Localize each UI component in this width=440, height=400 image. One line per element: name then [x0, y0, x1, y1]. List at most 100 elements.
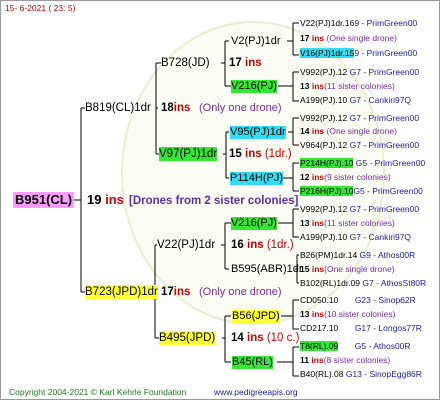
gen4-row-7: V992(PJ).12 G7 - PrimGreen00: [300, 113, 419, 124]
gen2-note-3: (1dr.): [266, 239, 294, 251]
gen4-right: G5 - PrimGreen00: [355, 158, 426, 168]
gen2-ins-label-3: ins: [247, 239, 264, 251]
gen4-row-24: B40(RL).08 G13 - SinopEgg86R: [300, 369, 422, 380]
gen2-id-1[interactable]: B728(JD): [161, 56, 210, 70]
gen4-row-2: 17 ins (One single drone): [300, 33, 397, 44]
gen4-left[interactable]: V992(PJ).12: [300, 67, 347, 77]
gen4-row-11: 12 ins(9 sister colonies): [300, 172, 391, 183]
gen3-id-6[interactable]: B595(ABR)1dr: [231, 263, 303, 276]
root-note: [Drones from 2 sister colonies]: [129, 195, 299, 207]
gen4-count: 13: [300, 309, 310, 319]
gen2-id-2[interactable]: V97(PJ)1dr: [159, 147, 218, 161]
gen3-id-8[interactable]: B45(RL): [232, 356, 273, 369]
gen4-ins-label: ins: [311, 172, 325, 182]
gen2-ins-row-3: 16 ins (1dr.): [231, 238, 294, 252]
sire-ins-row: 18ins: [161, 101, 190, 115]
gen4-row-5: 13 ins(11 sister colonies): [300, 81, 395, 92]
dam-ins-label: ins: [173, 286, 191, 298]
gen4-right: G7 - PrimGreen00: [349, 67, 420, 77]
gen4-row-14: 13 ins(11 sister colonies): [300, 218, 395, 229]
footer-copyright: Copyright 2004-2021 © Karl Kehrle Founda…: [9, 387, 187, 397]
gen4-left[interactable]: P214H(PJ).10: [300, 158, 354, 168]
gen4-right: G7 - AthosSt80R: [362, 278, 427, 288]
gen4-note: (11 sister colonies): [324, 218, 395, 228]
root-queen-id[interactable]: B951(CL): [13, 192, 75, 208]
gen4-left[interactable]: A199(PJ).10: [300, 95, 347, 105]
gen2-ins-label-1: ins: [245, 57, 262, 69]
sire-ins-label: ins: [173, 102, 191, 114]
gen4-ins-label: ins: [311, 355, 324, 365]
gen4-note: (11 sister colonies): [324, 81, 395, 91]
gen4-left[interactable]: V992(PJ).12: [300, 113, 347, 123]
gen4-row-10: P214H(PJ).10 G5 - PrimGreen00: [300, 158, 425, 169]
gen2-ins-count-2: 15: [229, 148, 242, 160]
gen4-right: G13 - SinopEgg86R: [345, 369, 422, 379]
gen4-row-19: CD050.10 G23 - Sinop62R: [300, 295, 416, 306]
gen4-right: G5 - PrimGreen00: [353, 186, 423, 196]
gen4-count: 13: [300, 218, 310, 228]
gen4-ins-label: ins: [311, 126, 325, 136]
footer-url[interactable]: www.pedigreeapis.org: [214, 387, 298, 398]
gen4-row-8: 14 ins (One single drone): [300, 126, 397, 137]
gen3-id-5[interactable]: V216(PJ): [231, 217, 277, 230]
gen3-id-4[interactable]: P114H(PJ): [230, 172, 283, 185]
gen4-left[interactable]: B102(RL)1dr.09: [300, 278, 360, 288]
gen4-left[interactable]: CD217.10: [300, 323, 338, 333]
gen4-note: (10 sister colonies): [324, 309, 396, 319]
gen4-ins-label: ins: [311, 309, 325, 319]
gen4-count: 15: [300, 264, 310, 274]
gen2-ins-count-4: 14: [231, 332, 244, 344]
gen4-ins-label: ins: [311, 264, 325, 274]
root-ins-label: ins: [105, 192, 124, 207]
gen4-left[interactable]: B26(PM)1dr.14: [300, 250, 357, 260]
gen4-right: G7 - Cankiri97Q: [349, 95, 412, 105]
gen4-count: 13: [300, 81, 310, 91]
gen4-row-22: T8(RL).09 G5 - Athos00R: [300, 341, 411, 352]
gen4-left[interactable]: V16(PJ)1dr.15: [300, 48, 355, 58]
gen4-row-1: V22(PJ)1dr.169 - PrimGreen00: [300, 18, 417, 29]
sire-id[interactable]: B819(CL)1dr: [85, 101, 151, 115]
gen4-left[interactable]: V964(PJ).12: [300, 140, 347, 150]
gen3-id-1[interactable]: V2(PJ)1dr: [231, 35, 281, 48]
gen4-right: 9 - PrimGreen00: [354, 48, 418, 58]
root-ins-row: 19 ins: [87, 192, 124, 208]
gen4-left[interactable]: P216H(PJ).10: [300, 186, 354, 196]
gen4-note: (One single drone): [326, 126, 397, 136]
pedigree-chart: 15- 6-2021 ( 23: 5) Copyright 2004-2021 …: [0, 0, 440, 400]
gen4-row-16: B26(PM)1dr.14 G9 - Athos00R: [300, 250, 415, 261]
gen2-ins-row-4: 14 ins (10 c.): [231, 331, 299, 345]
gen4-left[interactable]: CD050.10: [300, 295, 338, 305]
gen3-id-7[interactable]: B56(JPD): [232, 310, 280, 323]
gen4-row-23: 11 ins(8 sister colonies): [300, 355, 390, 366]
gen2-ins-label-4: ins: [247, 332, 264, 344]
gen4-right: G7 - PrimGreen00: [349, 140, 420, 150]
gen3-id-2[interactable]: V216(PJ): [231, 80, 277, 93]
dam-ins-count: 17: [161, 286, 174, 298]
root-ins-count: 19: [87, 192, 102, 207]
gen4-left[interactable]: A199(PJ).10: [300, 232, 347, 242]
gen4-right: G9 - Athos00R: [359, 250, 416, 260]
gen2-id-3[interactable]: V22(PJ)1dr: [157, 238, 215, 252]
dam-id[interactable]: B723(JPD)1dr: [85, 285, 158, 299]
dam-note: (Only one drone): [199, 286, 282, 298]
gen4-row-4: V992(PJ).12 G7 - PrimGreen00: [300, 67, 419, 78]
gen4-row-3: V16(PJ)1dr.159 - PrimGreen00: [300, 48, 417, 59]
gen4-right: G23 - Sinop62R: [354, 295, 416, 305]
gen4-left[interactable]: T8(RL).09: [300, 341, 339, 351]
sire-ins-count: 18: [161, 102, 174, 114]
gen2-ins-label-2: ins: [245, 148, 262, 160]
gen4-note: (8 sister colonies): [323, 355, 391, 365]
gen4-left[interactable]: B40(RL).08: [300, 369, 343, 379]
report-date: 15- 6-2021 ( 23: 5): [5, 3, 76, 13]
gen4-row-18: B102(RL)1dr.09 G7 - AthosSt80R: [300, 278, 426, 289]
gen2-note-2: (1dr.): [264, 148, 292, 160]
dam-ins-row: 17ins: [161, 285, 190, 299]
gen3-id-3[interactable]: V95(PJ)1dr: [230, 126, 286, 139]
gen4-count: 17: [300, 33, 310, 43]
gen4-row-20: 13 ins(10 sister colonies): [300, 309, 395, 320]
gen4-count: 11: [300, 355, 309, 365]
gen2-id-4[interactable]: B495(JPD): [159, 331, 216, 345]
gen4-left[interactable]: V22(PJ)1dr.16: [300, 18, 354, 28]
gen4-note: (One single drone): [326, 33, 397, 43]
gen4-left[interactable]: V992(PJ).12: [300, 204, 347, 214]
